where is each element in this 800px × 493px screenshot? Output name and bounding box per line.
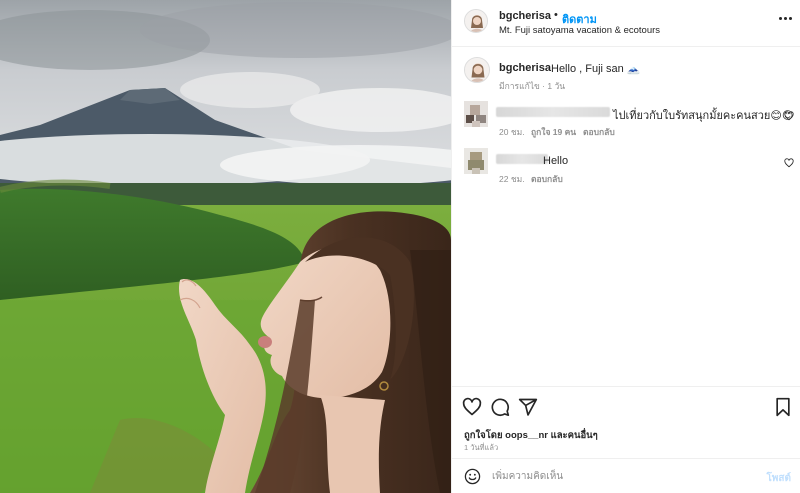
caption-meta: มีการแก้ไข · 1 วัน — [499, 81, 566, 91]
paper-plane-icon[interactable] — [518, 397, 538, 417]
comment-likes[interactable]: ถูกใจ 19 คน — [531, 125, 576, 139]
comment-time[interactable]: 22 ชม. — [499, 172, 525, 186]
commenter-avatar-blurred[interactable] — [464, 148, 488, 174]
post-time-ago: 1 วันที่แล้ว — [464, 443, 499, 452]
post-actions-bar: ถูกใจโดย oops__nr และคนอื่นๆ 1 วันที่แล้… — [452, 386, 800, 456]
comment-text: Hello — [543, 155, 569, 167]
post-side-panel: bgcherisa • ติดตาม Mt. Fuji satoyama vac… — [451, 0, 800, 493]
comment-input[interactable] — [492, 467, 752, 485]
author-avatar[interactable] — [464, 9, 488, 33]
instagram-post-dialog: bgcherisa • ติดตาม Mt. Fuji satoyama vac… — [0, 0, 800, 493]
smiley-icon[interactable] — [464, 468, 481, 485]
liked-by-text[interactable]: ถูกใจโดย oops__nr และคนอื่นๆ — [464, 428, 598, 443]
reply-button[interactable]: ตอบกลับ — [531, 172, 563, 186]
reply-button[interactable]: ตอบกลับ — [583, 125, 615, 139]
comment-like-heart-icon[interactable] — [784, 158, 794, 168]
author-username[interactable]: bgcherisa — [499, 10, 551, 22]
bookmark-icon[interactable] — [773, 397, 793, 417]
post-photo[interactable] — [0, 0, 451, 493]
commenter-username-blurred[interactable] — [496, 154, 548, 164]
caption-avatar[interactable] — [464, 57, 490, 83]
add-comment-bar: โพสต์ — [452, 458, 800, 493]
more-horizontal-icon[interactable] — [779, 15, 793, 23]
comment-like-heart-icon[interactable] — [784, 111, 794, 121]
location-link[interactable]: Mt. Fuji satoyama vacation & ecotours — [499, 25, 660, 36]
mount-fuji-selfie-image — [0, 0, 451, 493]
separator-dot: • — [554, 9, 558, 21]
post-header: bgcherisa • ติดตาม Mt. Fuji satoyama vac… — [452, 0, 800, 47]
comment-bubble-icon[interactable] — [490, 397, 510, 417]
commenter-username-blurred[interactable] — [496, 107, 610, 117]
commenter-avatar-blurred[interactable] — [464, 101, 488, 127]
comment-text: ไปเที่ยวกับใบรัทสนุกมั้ยคะคนสวย😊😊 — [613, 110, 794, 122]
heart-outline-icon[interactable] — [462, 397, 482, 417]
comment-time[interactable]: 20 ชม. — [499, 125, 525, 139]
post-comment-button[interactable]: โพสต์ — [766, 471, 791, 486]
caption-text: Hello , Fuji san 🗻 — [551, 63, 641, 75]
caption-username[interactable]: bgcherisa — [499, 62, 551, 74]
